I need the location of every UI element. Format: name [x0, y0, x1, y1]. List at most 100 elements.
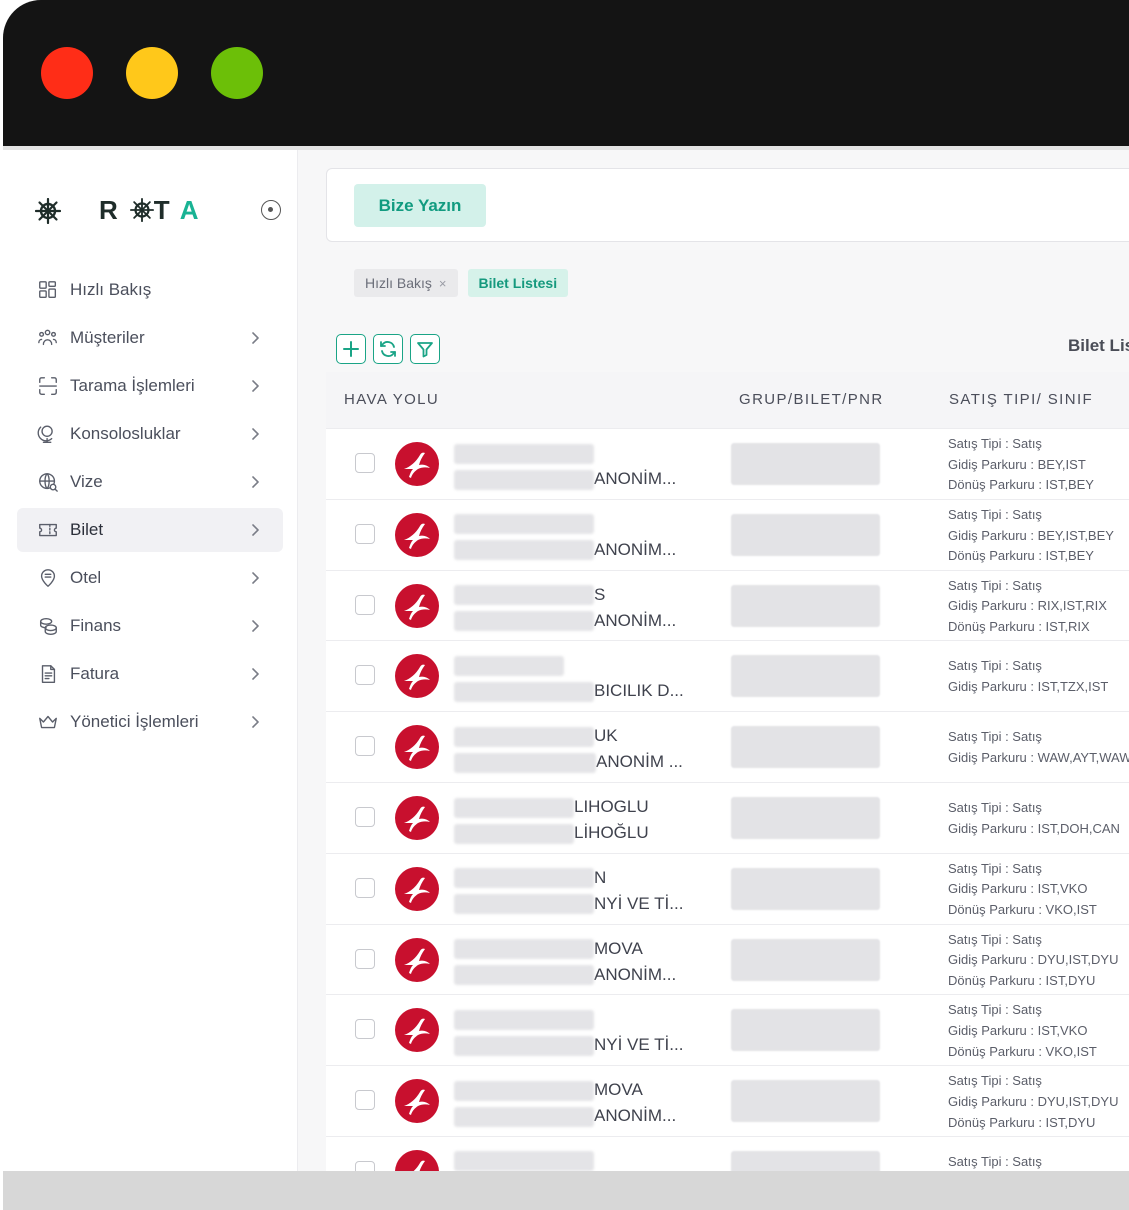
sidebar-item-label: Otel [70, 568, 102, 587]
sidebar-item-invoice[interactable]: Fatura [17, 652, 283, 696]
coins-icon [37, 615, 59, 637]
sidebar-item-users[interactable]: Müşteriler [17, 316, 283, 360]
passenger-name: MOVA [454, 1080, 643, 1101]
close-icon[interactable]: × [439, 276, 447, 291]
row-checkbox[interactable] [355, 665, 375, 686]
table-row[interactable]: BICILIK D... Satış Tipi : Satış Gidiş Park… [326, 640, 1129, 712]
sale-type: Satış Tipi : Satış [948, 506, 1042, 522]
dashboard-grid-icon [37, 279, 59, 301]
outbound-route: Gidiş Parkuru : DYU,IST,DYU [948, 952, 1119, 968]
column-header-airline[interactable]: HAVA YOLU [344, 391, 439, 408]
redacted-text [454, 1106, 594, 1127]
sale-info: Satış Tipi : Satış Gidiş Parkuru : IST,DO… [948, 798, 1120, 839]
sidebar-item-label: Bilet [70, 520, 104, 539]
refresh-button[interactable] [373, 334, 403, 364]
redacted-text [454, 797, 574, 818]
sidebar-item-scan[interactable]: Tarama İşlemleri [17, 364, 283, 408]
users-icon [37, 327, 59, 349]
row-checkbox[interactable] [355, 1090, 375, 1111]
plus-icon [343, 341, 359, 357]
redacted-text [454, 894, 594, 915]
row-checkbox[interactable] [355, 523, 375, 544]
sidebar-item-label: Müşteriler [70, 328, 145, 347]
ticket-table: HAVA YOLU GRUP/BILET/PNR SATIŞ TIPI/ SIN… [326, 372, 1129, 1171]
table-row[interactable]: TAK SA... Satış Tipi : SatışGidiş Parkuru… [326, 1135, 1129, 1171]
redacted-pnr [731, 1080, 880, 1123]
table-row[interactable]: LIHOGLU LİHOĞLU Satış Tipi : Satış Gidiş Pa… [326, 781, 1129, 853]
company-name: BICILIK D... [454, 681, 684, 702]
passenger-info: ANONİM... [454, 512, 694, 562]
return-route: Dönüş Parkuru : VKO,IST [948, 1043, 1097, 1059]
sidebar-item-hotel-pin[interactable]: Otel [17, 556, 283, 600]
sale-info: Satış Tipi : Satış Gidiş Parkuru : IST,VK… [948, 1000, 1097, 1062]
sale-info: Satış Tipi : Satış Gidiş Parkuru : RIX,IS… [948, 576, 1107, 638]
turkish-airlines-logo [395, 1149, 439, 1171]
company-name: ANONİM ... [454, 752, 683, 773]
sale-info: Satış Tipi : Satış Gidiş Parkuru : BEY,IS… [948, 505, 1114, 567]
passenger-name: MOVA [454, 939, 643, 960]
redacted-text [454, 1035, 594, 1056]
name-visible-part: S [594, 584, 606, 604]
redacted-pnr [731, 1009, 880, 1052]
minimize-window-button[interactable] [126, 47, 178, 99]
table-row[interactable]: ANONİM... Satış Tipi : Satış Gidiş Parkuru… [326, 428, 1129, 499]
sidebar-collapse-button[interactable] [261, 200, 281, 220]
table-row[interactable]: MOVA ANONİM... Satış Tipi : Satış Gidiş Par… [326, 923, 1129, 995]
sale-info: Satış Tipi : Satış Gidiş Parkuru : WAW,AY… [948, 727, 1129, 768]
brand-logo[interactable]: R TA [35, 195, 211, 226]
turkish-airlines-logo [395, 866, 439, 911]
add-ticket-button[interactable] [336, 334, 366, 364]
row-checkbox[interactable] [355, 1160, 375, 1171]
contact-us-button[interactable]: Bize Yazın [354, 184, 486, 227]
company-name: ANONİM... [454, 469, 676, 490]
crown-icon [37, 711, 59, 733]
redacted-pnr [731, 655, 880, 698]
row-checkbox[interactable] [355, 877, 375, 898]
sidebar-item-label: Yönetici İşlemleri [70, 712, 199, 731]
company-visible-part: ANONİM... [594, 610, 677, 630]
table-row[interactable]: MOVA ANONİM... Satış Tipi : Satış Gidiş Par… [326, 1065, 1129, 1136]
passenger-info: TAK SA... [454, 1149, 694, 1171]
table-row[interactable]: NYİ VE Tİ... Satış Tipi : Satış Gidiş Park… [326, 994, 1129, 1066]
passenger-info: N NYİ VE Tİ... [454, 866, 694, 916]
sale-info: Satış Tipi : SatışGidiş Parkuru : IST,CG… [948, 1152, 1113, 1171]
sidebar-item-ticket[interactable]: Bilet [17, 508, 283, 552]
sidebar-item-globe-search[interactable]: Vize [17, 460, 283, 504]
company-visible-part: NYİ VE Tİ... [594, 893, 684, 913]
brand-letter-o-wheel [129, 195, 154, 225]
redacted-text [454, 1080, 594, 1101]
filter-button[interactable] [410, 334, 440, 364]
column-header-ticket[interactable]: GRUP/BILET/PNR [739, 391, 884, 408]
row-checkbox[interactable] [355, 453, 375, 473]
sale-type: Satış Tipi : Satış [948, 436, 1042, 451]
invoice-icon [37, 663, 59, 685]
name-visible-part: N [594, 867, 607, 887]
sidebar-item-dashboard-grid[interactable]: Hızlı Bakış [17, 268, 283, 312]
sidebar-item-globe-stand[interactable]: Konsolosluklar [17, 412, 283, 456]
passenger-name [454, 1151, 594, 1171]
sidebar-item-label: Finans [70, 616, 122, 635]
tab-ticket-list[interactable]: Bilet Listesi [467, 269, 569, 297]
sidebar-item-coins[interactable]: Finans [17, 604, 283, 648]
table-row[interactable]: UK ANONİM ... Satış Tipi : Satış Gidiş Park… [326, 711, 1129, 782]
outbound-route: Gidiş Parkuru : WAW,AYT,WAW [948, 749, 1129, 765]
table-row[interactable]: N NYİ VE Tİ... Satış Tipi : Satış Gidiş Par… [326, 852, 1129, 924]
turkish-airlines-logo [395, 795, 439, 840]
close-window-button[interactable] [41, 47, 93, 99]
passenger-name: UK [454, 726, 618, 747]
row-checkbox[interactable] [355, 806, 375, 827]
row-checkbox[interactable] [355, 594, 375, 615]
app-body: R TA Hızlı Bakış Müşteriler Tarama İşlemler… [3, 150, 1129, 1171]
return-route: Dönüş Parkuru : IST,DYU [948, 972, 1096, 988]
tab-quick-view[interactable]: Hızlı Bakış × [354, 269, 458, 297]
row-checkbox[interactable] [355, 1019, 375, 1040]
table-row[interactable]: ANONİM... Satış Tipi : Satış Gidiş Parkuru… [326, 498, 1129, 570]
list-title: Bilet Lis [1068, 336, 1129, 355]
sidebar-item-crown[interactable]: Yönetici İşlemleri [17, 700, 283, 744]
sale-type: Satış Tipi : Satış [948, 1002, 1042, 1018]
table-row[interactable]: S ANONİM... Satış Tipi : Satış Gidiş Parkur… [326, 569, 1129, 641]
row-checkbox[interactable] [355, 948, 375, 969]
maximize-window-button[interactable] [211, 47, 263, 99]
row-checkbox[interactable] [355, 736, 375, 757]
column-header-sale-type[interactable]: SATIŞ TIPI/ SINIF [949, 391, 1093, 408]
